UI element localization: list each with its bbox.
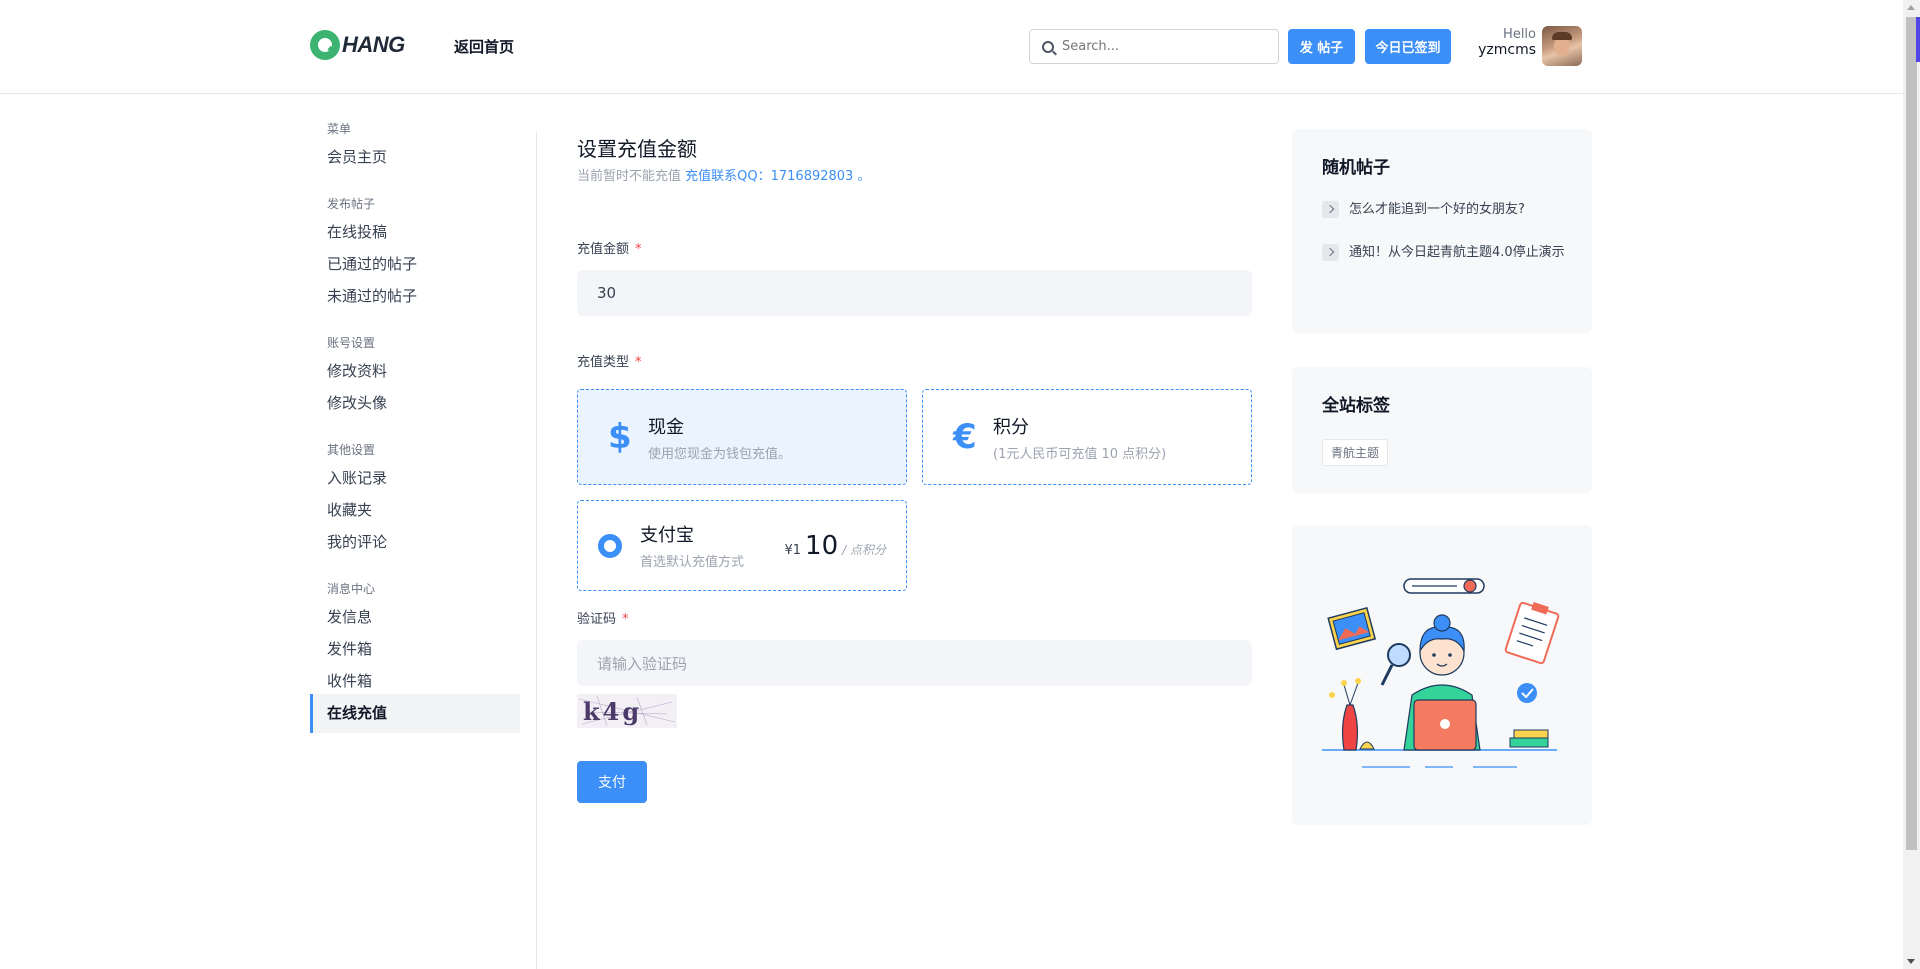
sidebar-section-posts: 发布帖子: [327, 197, 376, 211]
radio-selected-icon[interactable]: [598, 533, 622, 558]
sidebar-section-other: 其他设置: [327, 443, 376, 457]
sidebar-item-rejected[interactable]: 未通过的帖子: [310, 277, 520, 316]
option-title: 积分: [993, 416, 1029, 438]
option-alipay[interactable]: 支付宝 首选默认充值方式 ¥1 10 / 点积分: [577, 500, 907, 591]
required-mark: *: [622, 612, 629, 627]
search-input[interactable]: [1062, 39, 1262, 54]
random-posts-card: 随机帖子 怎么才能追到一个好的女朋友? 通知！从今日起青航主题4.0停止演示: [1292, 129, 1592, 333]
amount-label: 充值金额 *: [577, 238, 642, 257]
required-mark: *: [635, 355, 642, 370]
type-label: 充值类型 *: [577, 351, 642, 370]
sidebar-item-avatar[interactable]: 修改头像: [310, 384, 520, 423]
random-posts-title: 随机帖子: [1322, 158, 1390, 178]
top-header: HANG 返回首页 发 帖子 今日已签到 Hello yzmcms: [0, 0, 1903, 94]
alipay-price: ¥1 10 / 点积分: [785, 531, 887, 561]
euro-icon: €: [953, 417, 977, 457]
recharge-notice: 当前暂时不能充值 充值联系QQ：1716892803 。: [577, 165, 870, 184]
person-with-laptop-illustration: [1322, 578, 1560, 768]
scroll-down-arrow-icon[interactable]: [1907, 959, 1915, 964]
search-icon: [1042, 40, 1054, 53]
random-post-item[interactable]: 怎么才能追到一个好的女朋友?: [1322, 199, 1572, 220]
user-info[interactable]: Hello yzmcms: [1470, 27, 1536, 58]
sidebar-section-messages: 消息中心: [327, 582, 376, 596]
alipay-subtitle: 首选默认充值方式: [640, 555, 745, 570]
scroll-up-arrow-icon[interactable]: [1907, 5, 1915, 10]
captcha-image[interactable]: k4g: [577, 694, 677, 728]
option-cash-text: 现金 使用您现金为钱包充值。: [648, 413, 791, 462]
page-title: 设置充值金额: [577, 137, 697, 161]
username[interactable]: yzmcms: [1470, 42, 1536, 58]
illustration-card: [1292, 525, 1592, 825]
option-subtitle: (1元人民币可充值 10 点积分): [993, 446, 1167, 462]
option-points-text: 积分 (1元人民币可充值 10 点积分): [993, 413, 1166, 462]
sidebar-item-member-home[interactable]: 会员主页: [310, 138, 520, 177]
page-scrollbar[interactable]: [1903, 0, 1920, 969]
amount-field[interactable]: 30: [577, 270, 1252, 316]
site-logo[interactable]: HANG: [310, 30, 405, 60]
captcha-input[interactable]: 请输入验证码: [577, 640, 1252, 686]
logo-q-icon: [310, 30, 340, 60]
amount-label-text: 充值金额: [577, 242, 630, 257]
chevron-right-icon: [1322, 244, 1339, 261]
pay-button[interactable]: 支付: [577, 761, 647, 803]
scrollbar-accent: [1916, 17, 1920, 62]
site-tags-title: 全站标签: [1322, 396, 1390, 416]
price-points: 10: [805, 531, 839, 561]
notice-text: 当前暂时不能充值: [577, 169, 682, 184]
nav-home-link[interactable]: 返回首页: [454, 36, 514, 57]
avatar[interactable]: [1542, 26, 1582, 66]
option-points[interactable]: € 积分 (1元人民币可充值 10 点积分): [922, 389, 1252, 485]
captcha-label-text: 验证码: [577, 612, 617, 627]
sidebar-section-account: 账号设置: [327, 336, 376, 350]
price-currency: ¥1: [784, 543, 802, 558]
alipay-title: 支付宝: [640, 525, 694, 546]
new-post-button[interactable]: 发 帖子: [1288, 29, 1355, 64]
captcha-label: 验证码 *: [577, 608, 629, 627]
search-box[interactable]: [1029, 29, 1279, 64]
random-post-title[interactable]: 通知！从今日起青航主题4.0停止演示: [1349, 242, 1565, 263]
chevron-right-icon: [1322, 201, 1339, 218]
option-subtitle: 使用您现金为钱包充值。: [648, 446, 792, 462]
option-cash[interactable]: $ 现金 使用您现金为钱包充值。: [577, 389, 907, 485]
logo-text: HANG: [342, 32, 405, 57]
random-post-title[interactable]: 怎么才能追到一个好的女朋友?: [1349, 199, 1525, 220]
required-mark: *: [635, 242, 642, 257]
option-title: 现金: [648, 416, 684, 438]
site-tags-card: 全站标签 青航主题: [1292, 367, 1592, 493]
dollar-icon: $: [608, 417, 632, 457]
checkin-button[interactable]: 今日已签到: [1365, 29, 1451, 64]
price-unit: / 点积分: [842, 543, 886, 557]
member-sidebar: 菜单 会员主页 发布帖子 在线投稿 已通过的帖子 未通过的帖子 账号设置 修改资…: [310, 120, 520, 749]
sidebar-divider: [536, 131, 537, 969]
sidebar-section-menu: 菜单: [327, 122, 352, 136]
tag-item[interactable]: 青航主题: [1322, 439, 1389, 466]
sidebar-item-recharge[interactable]: 在线充值: [310, 694, 520, 733]
contact-qq-link[interactable]: 充值联系QQ：1716892803 。: [685, 169, 870, 184]
greeting: Hello: [1503, 27, 1536, 42]
random-post-item[interactable]: 通知！从今日起青航主题4.0停止演示: [1322, 242, 1572, 263]
alipay-text: 支付宝 首选默认充值方式: [640, 521, 744, 570]
sidebar-item-comments[interactable]: 我的评论: [310, 523, 520, 562]
scrollbar-thumb[interactable]: [1906, 17, 1917, 850]
captcha-text: k4g: [583, 697, 642, 726]
type-label-text: 充值类型: [577, 355, 630, 370]
